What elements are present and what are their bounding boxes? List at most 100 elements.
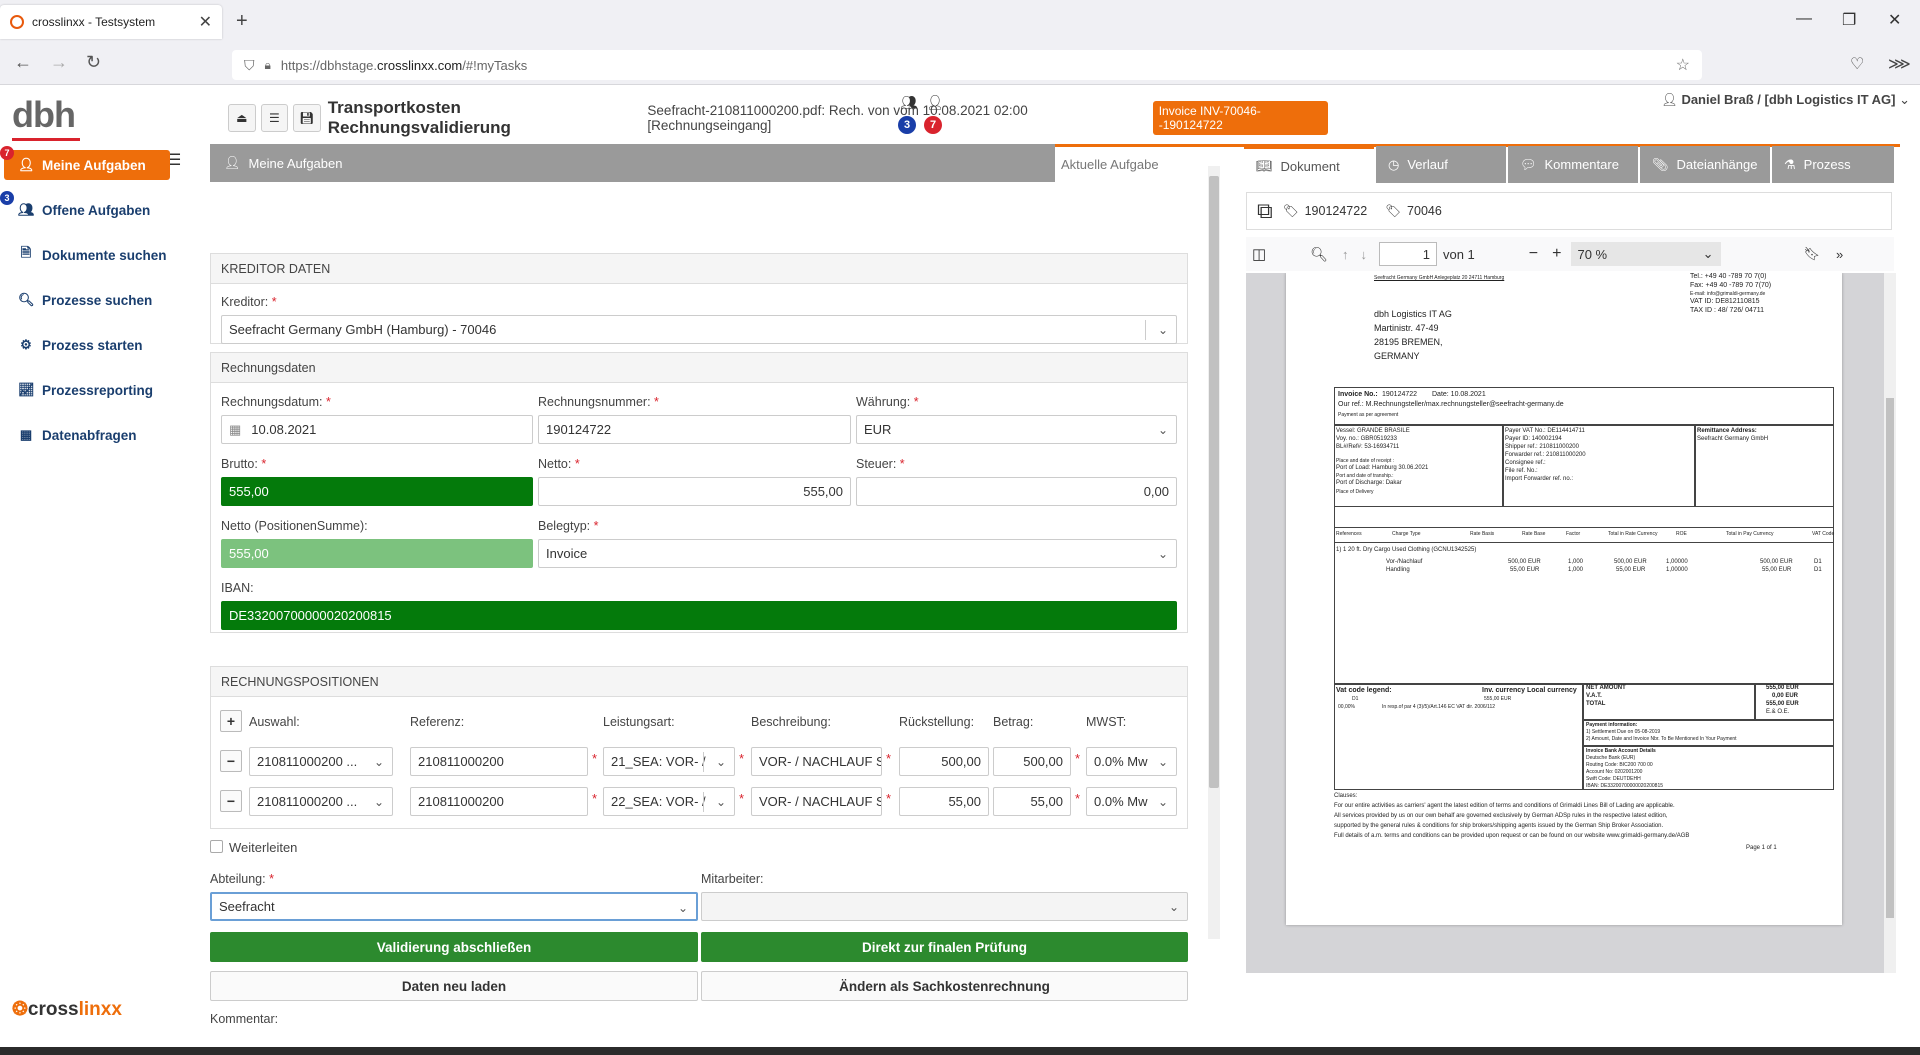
auswahl-select[interactable]: 210811000200 ... ⌄	[249, 787, 393, 816]
beschreibung-input[interactable]: VOR- / NACHLAUF S	[751, 787, 882, 816]
leistungsart-select[interactable]: 22_SEA: VOR- / ⌄	[603, 787, 735, 816]
leistungsart-select[interactable]: 21_SEA: VOR- / ⌄	[603, 747, 735, 776]
sidebar-item-meine-aufgaben[interactable]: 7 👤︎ Meine Aufgaben	[0, 146, 170, 180]
scrollbar-thumb[interactable]	[1209, 176, 1219, 788]
sachkostenrechnung-button[interactable]: Ändern als Sachkostenrechnung	[701, 971, 1188, 1001]
user-menu[interactable]: 👤︎ Daniel Braß / [dbh Logistics IT AG] ⌄	[1661, 92, 1910, 108]
rechnungsdatum-input[interactable]: ▦ 10.08.2021	[221, 415, 533, 444]
form-scrollbar[interactable]	[1208, 166, 1220, 939]
restore-icon[interactable]: ❐	[1842, 10, 1856, 30]
tab-dateianhaenge[interactable]: 📎︎ Dateianhänge	[1640, 146, 1770, 183]
mwst-select[interactable]: 0.0% Mw ⌄	[1086, 747, 1177, 776]
pdf-col-header: Total in Rate Currency	[1608, 531, 1658, 537]
pdf-text: Account No: 0202001200	[1586, 769, 1643, 775]
required-marker: *	[886, 751, 892, 766]
copy-icon[interactable]: ⧉	[1257, 198, 1273, 224]
forward-icon[interactable]: →	[50, 52, 68, 73]
rechnungsnummer-input[interactable]: 190124722	[538, 415, 851, 444]
pocket-icon[interactable]: ♡	[1850, 54, 1864, 74]
tab-prozess[interactable]: ⚗︎ Prozess	[1772, 146, 1894, 183]
referenz-input[interactable]: 210811000200	[410, 747, 588, 776]
referenz-input[interactable]: 210811000200	[410, 787, 588, 816]
finale-pruefung-button[interactable]: Direkt zur finalen Prüfung	[701, 932, 1188, 962]
sidebar-item-dokumente-suchen[interactable]: 🗎 Dokumente suchen	[4, 240, 170, 270]
required-marker: *	[592, 791, 598, 806]
browser-tab[interactable]: crosslinxx - Testsystem ✕	[0, 5, 222, 39]
belegtyp-select[interactable]: Invoice ⌄	[538, 539, 1177, 568]
rueckstellung-input[interactable]: 500,00	[899, 747, 989, 776]
eject-button[interactable]: ⏏	[228, 104, 256, 132]
calendar-icon[interactable]: ▦	[229, 422, 241, 438]
daten-neu-laden-button[interactable]: Daten neu laden	[210, 971, 698, 1001]
pdf-text: supported by the general rules & conditi…	[1334, 823, 1664, 829]
validierung-abschliessen-button[interactable]: Validierung abschließen	[210, 932, 698, 962]
netto-pos-input: 555,00	[221, 539, 533, 568]
abteilung-select[interactable]: Seefracht ⌄	[210, 892, 698, 921]
betrag-input[interactable]: 500,00	[993, 747, 1071, 776]
sidebar-item-prozessreporting[interactable]: 📈︎ Prozessreporting	[4, 375, 170, 405]
arrow-up-icon[interactable]: ↑	[1342, 247, 1349, 262]
pdf-divider	[1582, 719, 1834, 721]
url-bar[interactable]: ⛉ 🔒︎ https://dbhstage. crosslinxx.com/#!m…	[232, 50, 1702, 80]
sidebar-item-prozesse-suchen[interactable]: 🔍︎ Prozesse suchen	[4, 285, 170, 315]
pdf-divider	[1502, 425, 1504, 507]
back-icon[interactable]: ←	[14, 52, 32, 73]
brutto-input[interactable]: 555,00	[221, 477, 533, 506]
tab-meine-aufgaben[interactable]: 👤︎ Meine Aufgaben	[210, 144, 1055, 182]
menu-button[interactable]: ☰	[260, 104, 289, 132]
zoom-select[interactable]: 70 % ⌄	[1571, 242, 1722, 266]
beschreibung-input[interactable]: VOR- / NACHLAUF S	[751, 747, 882, 776]
weiterleiten-checkbox[interactable]	[210, 840, 223, 853]
save-button[interactable]: 💾︎	[293, 104, 321, 132]
section-header: Rechnungsdaten	[211, 353, 1187, 383]
sidebar-item-offene-aufgaben[interactable]: 3 👥︎ Offene Aufgaben	[0, 191, 170, 225]
bookmark-star-icon[interactable]: ☆	[1676, 55, 1690, 75]
pdf-text: Date: 10.08.2021	[1432, 391, 1486, 398]
mwst-select[interactable]: 0.0% Mw ⌄	[1086, 787, 1177, 816]
search-icon[interactable]: 🔍︎	[1310, 246, 1328, 263]
chevron-down-icon: ⌄	[677, 901, 688, 915]
remove-position-button[interactable]: −	[220, 750, 242, 772]
new-tab-icon[interactable]: +	[236, 10, 248, 33]
iban-input[interactable]: DE33200700000020200815	[221, 601, 1177, 630]
rechnungsdatum-label: Rechnungsdatum: *	[221, 395, 331, 409]
bookmark-icon[interactable]: 🔖︎	[1803, 246, 1820, 262]
zoom-in-icon[interactable]: +	[1552, 245, 1561, 263]
betrag-input[interactable]: 55,00	[993, 787, 1071, 816]
chevron-down-icon: ⌄	[1157, 423, 1168, 437]
close-window-icon[interactable]: ✕	[1888, 10, 1901, 30]
extensions-icon[interactable]: ⋙	[1888, 54, 1911, 74]
page-number-input[interactable]: 1	[1378, 242, 1437, 266]
pdf-scrollbar[interactable]	[1884, 273, 1896, 973]
pdf-text: For our entire activities as carriers' a…	[1334, 803, 1675, 809]
clock-icon: ◷	[1388, 156, 1400, 172]
auswahl-select[interactable]: 210811000200 ... ⌄	[249, 747, 393, 776]
arrow-down-icon[interactable]: ↓	[1360, 247, 1367, 262]
pdf-contact: VAT ID: DE812110815	[1690, 298, 1760, 305]
remove-position-button[interactable]: −	[220, 790, 242, 812]
pdf-divider	[1694, 425, 1696, 507]
waehrung-select[interactable]: EUR ⌄	[856, 415, 1177, 444]
more-tools-icon[interactable]: »	[1836, 247, 1843, 262]
netto-input[interactable]: 555,00	[538, 477, 851, 506]
rueckstellung-input[interactable]: 55,00	[899, 787, 989, 816]
sidebar-toggle-icon[interactable]: ◫	[1252, 245, 1266, 263]
tab-dokument[interactable]: 📖︎ Dokument	[1244, 146, 1374, 183]
kreditor-select[interactable]: Seefracht Germany GmbH (Hamburg) - 70046…	[221, 315, 1177, 344]
reload-icon[interactable]: ↻	[86, 52, 101, 73]
pdf-viewer[interactable]: Seefracht Germany GmbH Anlegeplatz 20 24…	[1246, 273, 1884, 973]
sidebar-item-prozess-starten[interactable]: ⚙︎ Prozess starten	[4, 330, 170, 360]
pdf-col-header: References	[1336, 531, 1362, 537]
tab-kommentare[interactable]: 💬︎ Kommentare	[1508, 146, 1638, 183]
sidebar-item-datenabfragen[interactable]: ▦ Datenabfragen	[4, 420, 170, 450]
tab-verlauf[interactable]: ◷ Verlauf	[1376, 146, 1506, 183]
close-tab-icon[interactable]: ✕	[199, 12, 212, 32]
minimize-icon[interactable]: —	[1796, 10, 1812, 28]
zoom-out-icon[interactable]: −	[1529, 245, 1538, 263]
pdf-text: Vessel: GRANDE BRASILE	[1336, 428, 1410, 434]
mitarbeiter-select[interactable]: ⌄	[701, 892, 1188, 921]
pdf-text: Shipper ref.: 210811000200	[1505, 444, 1579, 450]
add-position-button[interactable]: +	[220, 710, 242, 732]
steuer-input[interactable]: 0,00	[856, 477, 1177, 506]
scrollbar-thumb[interactable]	[1886, 398, 1894, 918]
